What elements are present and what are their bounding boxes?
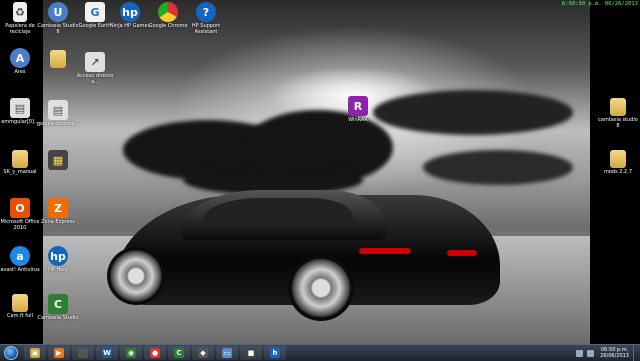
- wallpaper: [43, 0, 590, 344]
- desktop-icon-label: Zona Express: [41, 219, 75, 225]
- desktop-icon-camfull[interactable]: Cam.ft full: [0, 294, 40, 319]
- hp-icon: hp: [48, 246, 68, 266]
- taskbar: ▣ ▶ W ◉ ● C ◆ ▭ ■ h 06:50 p.m. 26/06/2013: [0, 344, 640, 361]
- desktop-icon-camtasia8[interactable]: camtasia studio 8: [598, 98, 638, 129]
- recycle-bin-icon: ♻: [13, 2, 27, 22]
- desktop-icon-mods[interactable]: mods 2.2.7: [598, 150, 638, 175]
- desktop-icon-avast[interactable]: a avast! Antivirus: [0, 246, 40, 273]
- google-icon: G: [85, 2, 105, 22]
- folder-icon: [12, 294, 28, 312]
- system-tray: 06:50 p.m. 26/06/2013: [574, 345, 640, 361]
- avast-icon: a: [10, 246, 30, 266]
- document-icon: ▤: [10, 98, 30, 118]
- blank-app-icon: [78, 348, 88, 358]
- app-icon: Z: [48, 198, 68, 218]
- taskbar-button[interactable]: C: [168, 346, 190, 360]
- taskbar-button[interactable]: ▣: [24, 346, 46, 360]
- taskbar-button[interactable]: h: [264, 346, 286, 360]
- taskbar-button[interactable]: ■: [240, 346, 262, 360]
- volume-icon[interactable]: [587, 349, 595, 357]
- camtasia-icon: C: [48, 294, 68, 314]
- desktop-icon-emmgular[interactable]: ▤ emmgular[0]...: [0, 98, 40, 125]
- show-desktop-button[interactable]: [633, 345, 640, 361]
- network-icon[interactable]: [576, 349, 584, 357]
- desktop-icon-hpsupport[interactable]: ? HP Support Assistant: [186, 2, 226, 35]
- folder-icon: [610, 98, 626, 116]
- desktop-icon-label: Camtasia Studio: [37, 315, 79, 321]
- desktop-icon-label: WinRAR: [348, 117, 368, 123]
- desktop-icon-label: HP Help: [48, 267, 68, 273]
- folder-icon: [50, 50, 66, 68]
- document-icon: ▤: [48, 100, 68, 120]
- desktop-icon-shortcut[interactable]: ↗ Acceso directo a...: [75, 52, 115, 85]
- desktop-icon-user[interactable]: A Ares: [0, 48, 40, 75]
- desktop-icon-recycle[interactable]: ♻ Papelera de reciclaje: [0, 2, 40, 35]
- folder-icon: [610, 150, 626, 168]
- chrome-icon: ●: [150, 348, 160, 358]
- windows-logo-icon: [4, 346, 18, 360]
- desktop-icon-c2-3[interactable]: ▤ google-chrome...: [36, 100, 80, 127]
- hp-icon: hp: [120, 2, 140, 22]
- desktop-icon-c2-2[interactable]: [38, 50, 78, 69]
- taskbar-button[interactable]: W: [96, 346, 118, 360]
- chrome-icon: [158, 2, 178, 22]
- desktop-icon-label: google-chrome...: [36, 121, 80, 127]
- clock-overlay: 6:50:30 p.m. 06/26/2013: [561, 1, 638, 7]
- taskbar-button[interactable]: ●: [144, 346, 166, 360]
- shortcut-icon: ↗: [85, 52, 105, 72]
- window-icon: ▭: [222, 348, 232, 358]
- media-player-icon: ▶: [54, 348, 64, 358]
- desktop-icon-label: Acceso directo a...: [76, 73, 114, 85]
- desktop-icon-c2-7[interactable]: C Camtasia Studio: [37, 294, 79, 321]
- star-icon: ▦: [48, 150, 68, 170]
- gamepad-icon: ◆: [198, 348, 208, 358]
- app-icon: ■: [246, 348, 256, 358]
- desktop-icon-winrar[interactable]: R WinRAR: [338, 96, 378, 123]
- word-icon: W: [102, 348, 112, 358]
- desktop-icon-chrome[interactable]: Google Chrome: [148, 2, 188, 29]
- user-icon: U: [48, 2, 68, 22]
- desktop-icon-label: Ares: [14, 69, 26, 75]
- start-button[interactable]: [0, 346, 22, 361]
- office-icon: O: [10, 198, 30, 218]
- desktop-icon-c2-1[interactable]: U Camtasia Studio 8: [37, 2, 79, 35]
- camtasia-icon: C: [174, 348, 184, 358]
- desktop-icon-c2-6[interactable]: hp HP Help: [38, 246, 78, 273]
- desktop-icon-hpinfo[interactable]: hp Ninja HP Games: [110, 2, 150, 29]
- desktop-icon-c2-4[interactable]: ▦: [38, 150, 78, 171]
- hp-support-icon: ?: [196, 2, 216, 22]
- desktop-icon-label: SK_y_manual: [3, 169, 37, 175]
- taskbar-button[interactable]: ▶: [48, 346, 70, 360]
- desktop-icon-label: HP Support Assistant: [191, 23, 221, 35]
- taskbar-button[interactable]: [72, 346, 94, 360]
- taskbar-button[interactable]: ◆: [192, 346, 214, 360]
- desktop-icon-office[interactable]: O Microsoft Office 2010: [0, 198, 40, 231]
- taskbar-button[interactable]: ▭: [216, 346, 238, 360]
- winrar-icon: R: [348, 96, 368, 116]
- desktop-icon-sk-manual[interactable]: SK_y_manual: [0, 150, 40, 175]
- user-icon: A: [10, 48, 30, 68]
- desktop-icon-label: camtasia studio 8: [598, 117, 638, 129]
- taskbar-button[interactable]: ◉: [120, 346, 142, 360]
- explorer-icon: ▣: [30, 348, 40, 358]
- tray-date: 26/06/2013: [600, 353, 629, 359]
- desktop[interactable]: ♻ Papelera de reciclaje A Ares ▤ emmgular[0].…: [0, 0, 640, 344]
- desktop-icon-c2-5[interactable]: Z Zona Express: [38, 198, 78, 225]
- screen-recorder-icon: ◉: [126, 348, 136, 358]
- hp-icon: h: [270, 348, 280, 358]
- tray-clock[interactable]: 06:50 p.m. 26/06/2013: [600, 347, 629, 359]
- folder-icon: [12, 150, 28, 168]
- desktop-icon-label: mods 2.2.7: [603, 169, 633, 175]
